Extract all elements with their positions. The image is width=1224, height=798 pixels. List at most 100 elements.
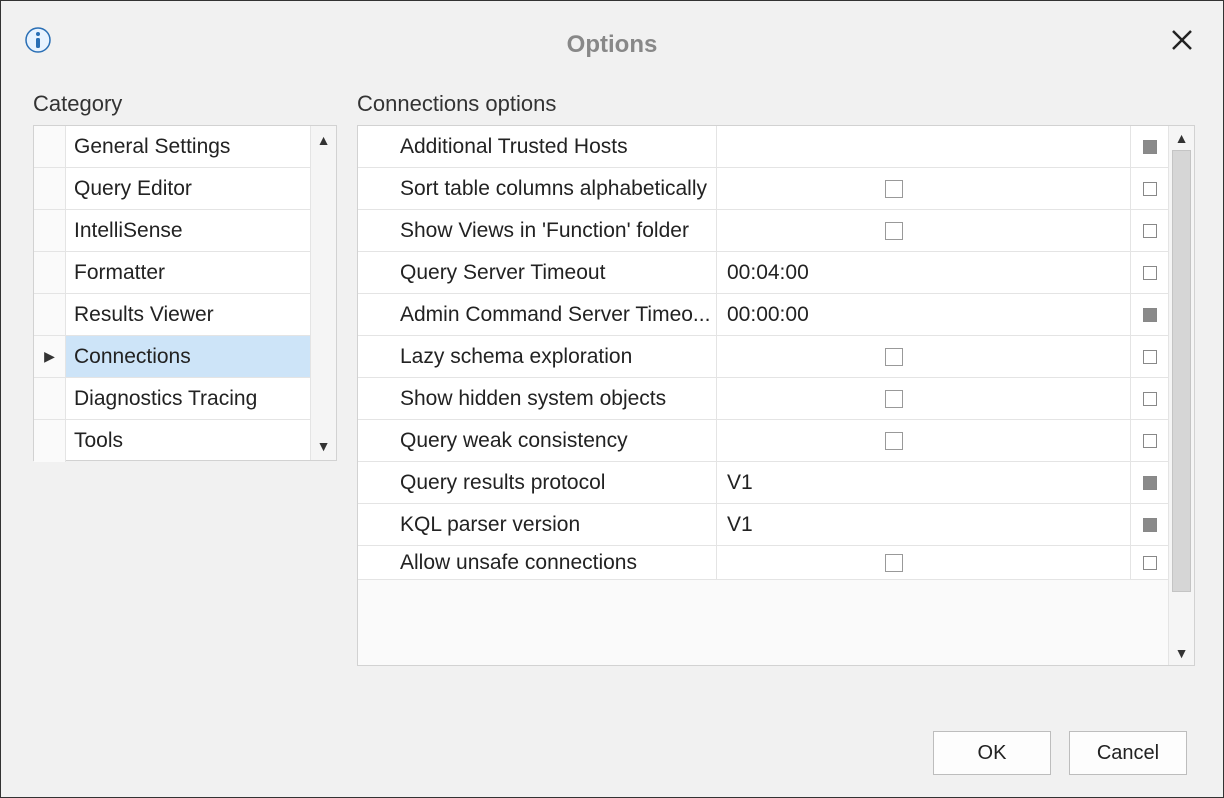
category-item[interactable]: Diagnostics Tracing [34,378,336,420]
reset-indicator[interactable] [1130,210,1168,251]
checkbox[interactable] [885,222,903,240]
option-name: Allow unsafe connections [358,546,717,579]
reset-indicator[interactable] [1130,462,1168,503]
reset-indicator[interactable] [1130,126,1168,167]
option-name: Sort table columns alphabetically [358,168,717,209]
option-value-cell[interactable]: 00:00:00 [717,294,1130,335]
option-row[interactable]: Admin Command Server Timeo... 00:00:00 [358,294,1168,336]
option-value: V1 [727,471,753,495]
square-icon [1143,308,1157,322]
square-icon [1143,182,1157,196]
option-row[interactable]: KQL parser version V1 [358,504,1168,546]
row-indicator-icon: ▶ [34,336,66,377]
square-icon [1143,476,1157,490]
square-icon [1143,392,1157,406]
scrollbar-thumb[interactable] [1172,150,1191,592]
row-indicator-icon [34,210,66,251]
title-bar: Options [1,1,1223,61]
square-icon [1143,266,1157,280]
square-icon [1143,434,1157,448]
options-heading: Connections options [357,91,1195,117]
option-value: 00:04:00 [727,261,809,285]
option-value-cell[interactable] [717,126,1130,167]
category-heading: Category [33,91,337,117]
scrollbar-track[interactable] [1172,150,1191,641]
option-value-cell[interactable] [717,378,1130,419]
category-item[interactable]: IntelliSense [34,210,336,252]
option-row[interactable]: Query Server Timeout 00:04:00 [358,252,1168,294]
checkbox[interactable] [885,432,903,450]
category-list: General Settings Query Editor IntelliSense… [33,125,337,461]
option-row[interactable]: Allow unsafe connections [358,546,1168,579]
category-item[interactable]: Tools [34,420,336,462]
option-name: Lazy schema exploration [358,336,717,377]
category-item[interactable]: General Settings [34,126,336,168]
scroll-up-icon[interactable]: ▲ [1169,126,1194,150]
category-item[interactable]: Results Viewer [34,294,336,336]
category-item[interactable]: ▶Connections [34,336,336,378]
option-name: Show Views in 'Function' folder [358,210,717,251]
option-row[interactable]: Sort table columns alphabetically [358,168,1168,210]
option-value-cell[interactable] [717,336,1130,377]
close-icon [1171,29,1193,51]
grid-scrollbar[interactable]: ▲ ▼ [1168,126,1194,665]
close-button[interactable] [1171,27,1193,53]
option-row[interactable]: Query results protocol V1 [358,462,1168,504]
option-value-cell[interactable] [717,210,1130,251]
row-indicator-icon [34,294,66,335]
scroll-up-icon[interactable]: ▲ [317,126,331,154]
dialog-buttons: OK Cancel [933,731,1187,775]
option-value-cell[interactable] [717,168,1130,209]
option-row[interactable]: Query weak consistency [358,420,1168,462]
option-value-cell[interactable] [717,420,1130,461]
reset-indicator[interactable] [1130,546,1168,579]
option-name: Query results protocol [358,462,717,503]
reset-indicator[interactable] [1130,294,1168,335]
scroll-down-icon[interactable]: ▼ [1169,641,1194,665]
category-label: Diagnostics Tracing [66,387,336,411]
reset-indicator[interactable] [1130,168,1168,209]
category-label: Query Editor [66,177,336,201]
option-row[interactable]: Lazy schema exploration [358,336,1168,378]
category-label: Tools [66,429,336,453]
square-icon [1143,556,1157,570]
checkbox[interactable] [885,348,903,366]
reset-indicator[interactable] [1130,420,1168,461]
category-label: General Settings [66,135,336,159]
category-label: IntelliSense [66,219,336,243]
reset-indicator[interactable] [1130,252,1168,293]
option-value-cell[interactable] [717,546,1130,579]
option-value-cell[interactable]: V1 [717,462,1130,503]
row-indicator-icon [34,420,66,462]
category-scrollbar[interactable]: ▲ ▼ [310,126,336,460]
row-indicator-icon [34,252,66,293]
reset-indicator[interactable] [1130,504,1168,545]
option-row[interactable]: Show Views in 'Function' folder [358,210,1168,252]
option-row[interactable]: Show hidden system objects [358,378,1168,420]
option-name: Show hidden system objects [358,378,717,419]
option-name: KQL parser version [358,504,717,545]
reset-indicator[interactable] [1130,378,1168,419]
reset-indicator[interactable] [1130,336,1168,377]
category-label: Results Viewer [66,303,336,327]
option-value-cell[interactable]: V1 [717,504,1130,545]
option-name: Admin Command Server Timeo... [358,294,717,335]
description-panel [358,579,1168,665]
square-icon [1143,140,1157,154]
options-grid: Additional Trusted HostsSort table colum… [357,125,1195,666]
category-item[interactable]: Formatter [34,252,336,294]
option-value: 00:00:00 [727,303,809,327]
option-value: V1 [727,513,753,537]
option-row[interactable]: Additional Trusted Hosts [358,126,1168,168]
checkbox[interactable] [885,554,903,572]
scroll-down-icon[interactable]: ▼ [317,432,331,460]
checkbox[interactable] [885,180,903,198]
checkbox[interactable] [885,390,903,408]
option-name: Query Server Timeout [358,252,717,293]
cancel-button[interactable]: Cancel [1069,731,1187,775]
dialog-title: Options [1,31,1223,59]
option-value-cell[interactable]: 00:04:00 [717,252,1130,293]
square-icon [1143,350,1157,364]
ok-button[interactable]: OK [933,731,1051,775]
category-item[interactable]: Query Editor [34,168,336,210]
